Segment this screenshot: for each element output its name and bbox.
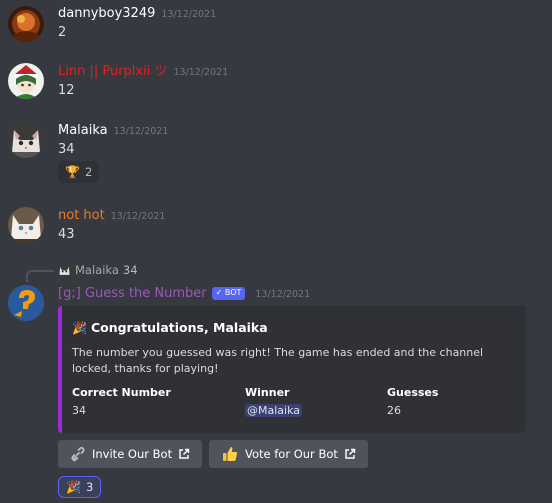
link-icon bbox=[70, 446, 86, 462]
reaction-party-popper[interactable]: 🎉 3 bbox=[58, 476, 102, 498]
message-content: 2 bbox=[58, 25, 67, 40]
external-link-icon bbox=[178, 448, 190, 460]
avatar-guess-the-number-bot[interactable] bbox=[8, 285, 44, 321]
field-value: 26 bbox=[387, 404, 401, 417]
reaction-trophy[interactable]: 🏆 2 bbox=[58, 161, 100, 183]
field-guesses: Guesses 26 bbox=[387, 385, 438, 419]
username[interactable]: dannyboy3249 bbox=[58, 6, 155, 21]
vote-bot-button[interactable]: Vote for Our Bot bbox=[209, 440, 368, 468]
bot-tag: ✓ BOT bbox=[211, 286, 246, 300]
field-value: 34 bbox=[72, 404, 86, 417]
avatar-dannyboy3249[interactable] bbox=[8, 6, 44, 42]
reaction-count: 2 bbox=[84, 165, 93, 179]
timestamp: 13/12/2021 bbox=[173, 67, 229, 78]
trophy-icon: 🏆 bbox=[65, 165, 80, 179]
message-content: 43 bbox=[58, 227, 75, 242]
timestamp: 13/12/2021 bbox=[110, 211, 166, 222]
embed-title: 🎉 Congratulations, Malaika bbox=[72, 320, 268, 335]
reply-connector bbox=[26, 270, 54, 282]
avatar-linn[interactable] bbox=[8, 63, 44, 99]
embed-description: The number you guessed was right! The ga… bbox=[72, 346, 484, 375]
username[interactable]: Malaika bbox=[58, 123, 108, 138]
avatar-not-hot[interactable] bbox=[8, 207, 44, 243]
reply-content: 34 bbox=[122, 263, 138, 277]
field-name: Winner bbox=[245, 386, 290, 399]
reply-avatar bbox=[58, 263, 71, 277]
message-content: 12 bbox=[58, 83, 75, 98]
external-link-icon bbox=[344, 448, 356, 460]
username[interactable]: not hot bbox=[58, 208, 105, 223]
embed: 🎉 Congratulations, Malaika The number yo… bbox=[58, 306, 526, 433]
user-mention[interactable]: @Malaika bbox=[245, 404, 303, 417]
avatar-malaika[interactable] bbox=[8, 122, 44, 158]
bot-username[interactable]: [g;] Guess the Number bbox=[58, 286, 207, 301]
party-popper-icon: 🎉 bbox=[72, 320, 87, 335]
field-winner: Winner @Malaika bbox=[245, 385, 303, 419]
party-popper-icon: 🎉 bbox=[66, 480, 81, 494]
timestamp: 13/12/2021 bbox=[113, 126, 169, 137]
field-correct-number: Correct Number 34 bbox=[72, 385, 171, 419]
field-name: Correct Number bbox=[72, 386, 171, 399]
reply-reference[interactable]: Malaika 34 bbox=[58, 263, 138, 277]
button-label: Invite Our Bot bbox=[92, 447, 173, 461]
bot-header: [g;] Guess the Number ✓ BOT 13/12/2021 bbox=[58, 286, 310, 303]
timestamp: 13/12/2021 bbox=[255, 289, 311, 300]
message-content: 34 bbox=[58, 142, 75, 157]
field-name: Guesses bbox=[387, 386, 439, 399]
reply-username[interactable]: Malaika bbox=[75, 263, 119, 277]
button-label: Vote for Our Bot bbox=[245, 447, 338, 461]
thumbs-up-icon bbox=[221, 445, 239, 463]
timestamp: 13/12/2021 bbox=[161, 9, 217, 20]
embed-title-text: Congratulations, Malaika bbox=[90, 320, 268, 335]
invite-bot-button[interactable]: Invite Our Bot bbox=[58, 440, 202, 468]
username[interactable]: Linn || Purplxii ツ bbox=[58, 64, 167, 79]
reaction-count: 3 bbox=[85, 480, 94, 494]
